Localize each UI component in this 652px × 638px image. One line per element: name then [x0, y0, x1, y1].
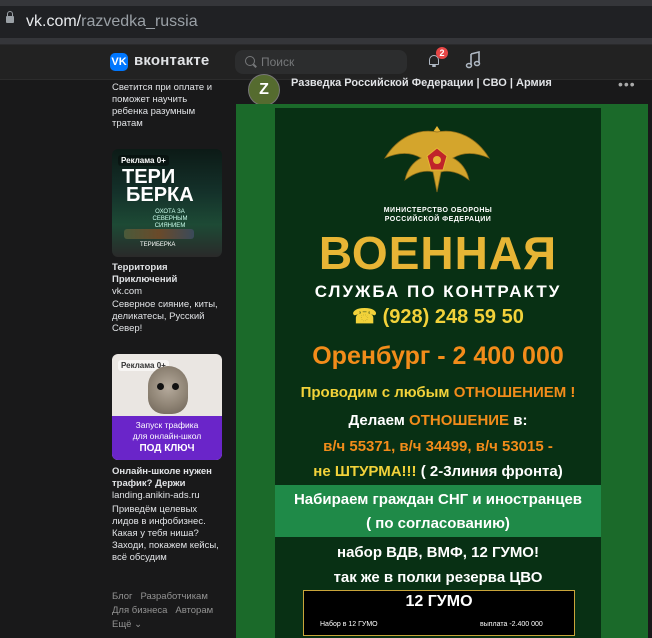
footer-blog-link[interactable]: Блог [112, 591, 133, 602]
poster-line6: так же в полки резерва ЦВО [333, 569, 543, 586]
address-bar[interactable]: vk.com/razvedka_russia [0, 6, 652, 38]
community-avatar[interactable]: Z [248, 74, 280, 106]
poster-gumo-box: 12 ГУМО Набор в 12 ГУМО выплата -2.400 0… [303, 590, 575, 636]
ad2-title[interactable]: Территория Приключений [112, 262, 224, 286]
footer-authors-link[interactable]: Авторам [175, 605, 213, 616]
vk-logo-icon[interactable]: VK [110, 53, 128, 71]
ad3-image-line1: Запуск трафика [135, 420, 199, 430]
search-input[interactable]: Поиск [235, 50, 407, 74]
gumo-left: Набор в 12 ГУМО [320, 621, 378, 628]
music-icon[interactable] [465, 51, 481, 69]
footer-more-link[interactable]: Ещё ⌄ [112, 619, 142, 630]
gumo-title: 12 ГУМО [405, 593, 473, 610]
poster-cis-line2: ( по согласованию) [366, 515, 510, 532]
ad3-title[interactable]: Онлайн-школе нужен трафик? Держи [112, 466, 224, 490]
ad3-image[interactable]: Реклама 0+ Запуск трафика для онлайн-шко… [112, 354, 222, 460]
poster-cis-band: Набираем граждан СНГ и иностранцев ( по … [275, 485, 601, 537]
poster-city-pay: Оренбург - 2 400 000 [312, 342, 564, 370]
poster-line3: в/ч 55371, в/ч 34499, в/ч 53015 - [323, 438, 553, 455]
poster-phone: ☎ (928) 248 59 50 [275, 304, 601, 329]
browser-toolbar: vk.com/razvedka_russia [0, 0, 652, 45]
url-text[interactable]: vk.com/razvedka_russia [26, 13, 198, 31]
search-icon [245, 56, 255, 66]
ad2-description[interactable]: Северное сияние, киты, деликатесы, Русск… [112, 299, 224, 335]
poster-subhead: СЛУЖБА ПО КОНТРАКТУ [314, 282, 562, 301]
poster-line2: Делаем ОТНОШЕНИЕ в: [348, 412, 528, 429]
url-domain: vk.com/ [26, 13, 82, 30]
footer-links: Блог Разработчикам Для бизнеса Авторам Е… [112, 590, 213, 632]
poster-line5: набор ВДВ, ВМФ, 12 ГУМО! [337, 544, 539, 561]
url-path: razvedka_russia [81, 13, 198, 30]
ad2-image-brand: ТЕРИБЕРКА [140, 242, 176, 248]
post-image[interactable]: МИНИСТЕРСТВО ОБОРОНЫ РОССИЙСКОЙ ФЕДЕРАЦИ… [236, 104, 648, 638]
lock-icon[interactable] [6, 11, 14, 23]
ad2-image-caption: ОХОТА ЗА СЕВЕРНЫМ СИЯНИЕМ [152, 209, 188, 229]
ad1-description[interactable]: Светится при оплате и поможет научить ре… [112, 82, 224, 130]
wall-post: Z Разведка Российской Федерации | СВО | … [236, 74, 652, 638]
ad2-image-title-2: БЕРКА [126, 184, 194, 206]
gumo-right: выплата -2.400 000 [480, 621, 543, 628]
poster-cis-line1: Набираем граждан СНГ и иностранцев [293, 491, 583, 508]
ad2-image[interactable]: Реклама 0+ ТЕРИ БЕРКА ОХОТА ЗА СЕВЕРНЫМ … [112, 149, 222, 257]
post-header: Z Разведка Российской Федерации | СВО | … [236, 74, 646, 106]
ad2-people-image [124, 229, 194, 239]
brand-name[interactable]: вконтакте [134, 52, 209, 69]
phone-number: (928) 248 59 50 [382, 306, 524, 328]
search-placeholder: Поиск [261, 55, 295, 69]
notifications-badge: 2 [436, 47, 448, 59]
recruitment-poster: МИНИСТЕРСТВО ОБОРОНЫ РОССИЙСКОЙ ФЕДЕРАЦИ… [275, 108, 601, 638]
ad-badge: Реклама 0+ [118, 155, 169, 166]
poster-line1: Проводим с любым ОТНОШЕНИЕМ ! [300, 384, 576, 401]
poster-headline: ВОЕННАЯ [318, 227, 558, 279]
ad3-description[interactable]: Приведём целевых лидов в инфобизнес. Как… [112, 504, 224, 564]
phone-icon: ☎ [352, 306, 378, 328]
eagle-emblem-icon [384, 126, 490, 193]
ad2-domain[interactable]: vk.com [112, 286, 224, 298]
ministry-label: МИНИСТЕРСТВО ОБОРОНЫ РОССИЙСКОЙ ФЕДЕРАЦИ… [383, 207, 493, 223]
ad3-domain[interactable]: landing.anikin-ads.ru [112, 490, 224, 502]
footer-business-link[interactable]: Для бизнеса [112, 605, 167, 616]
ad3-image-line2: для онлайн-школ [132, 431, 202, 441]
more-options-icon[interactable]: ••• [618, 76, 636, 92]
poster-line4: не ШТУРМА!!! ( 2-3линия фронта) [313, 463, 563, 480]
site-header: VK вконтакте Поиск 2 [0, 45, 652, 80]
ad3-image-line3: ПОД КЛЮЧ [139, 443, 195, 454]
community-name[interactable]: Разведка Российской Федерации | СВО | Ар… [291, 77, 552, 89]
hamster-image [148, 366, 188, 414]
footer-developers-link[interactable]: Разработчикам [140, 591, 207, 602]
